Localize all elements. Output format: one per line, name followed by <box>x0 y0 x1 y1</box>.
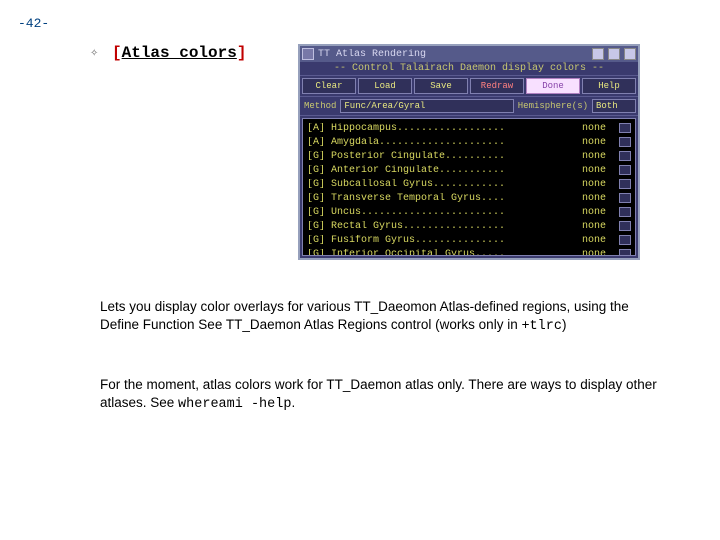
region-color-value[interactable]: none <box>582 165 616 176</box>
list-item: [G] Posterior Cingulate..........none <box>307 149 631 163</box>
region-label: [G] Posterior Cingulate.......... <box>307 151 582 162</box>
region-label: [G] Fusiform Gyrus............... <box>307 235 582 246</box>
region-toggle[interactable] <box>619 123 631 133</box>
clear-button[interactable]: Clear <box>302 78 356 94</box>
paragraph-1: Lets you display color overlays for vari… <box>100 298 664 336</box>
region-label: [A] Hippocampus.................. <box>307 123 582 134</box>
list-item: [G] Transverse Temporal Gyrus....none <box>307 191 631 205</box>
region-toggle[interactable] <box>619 137 631 147</box>
region-toggle[interactable] <box>619 193 631 203</box>
dialog-window: TT Atlas Rendering -- Control Talairach … <box>298 44 640 260</box>
window-menu-icon[interactable] <box>302 48 314 60</box>
list-item: [G] Rectal Gyrus.................none <box>307 219 631 233</box>
load-button[interactable]: Load <box>358 78 412 94</box>
region-toggle[interactable] <box>619 151 631 161</box>
region-color-value[interactable]: none <box>582 151 616 162</box>
region-color-value[interactable]: none <box>582 179 616 190</box>
dialog-banner: -- Control Talairach Daemon display colo… <box>300 62 638 76</box>
method-select[interactable]: Func/Area/Gyral <box>340 99 513 113</box>
region-toggle[interactable] <box>619 249 631 256</box>
region-label: [A] Amygdala..................... <box>307 137 582 148</box>
list-item: [G] Fusiform Gyrus...............none <box>307 233 631 247</box>
help-button[interactable]: Help <box>582 78 636 94</box>
window-title: TT Atlas Rendering <box>318 49 588 60</box>
page-number: -42- <box>18 16 49 31</box>
para2-text-b: . <box>291 395 295 410</box>
bracket-close: ] <box>237 44 247 62</box>
region-color-value[interactable]: none <box>582 207 616 218</box>
maximize-icon[interactable] <box>608 48 620 60</box>
dialog-screenshot: TT Atlas Rendering -- Control Talairach … <box>298 44 640 260</box>
minimize-icon[interactable] <box>592 48 604 60</box>
list-item: [A] Hippocampus..................none <box>307 121 631 135</box>
region-label: [G] Transverse Temporal Gyrus.... <box>307 193 582 204</box>
region-toggle[interactable] <box>619 221 631 231</box>
bracket-open: [ <box>112 44 122 62</box>
region-label: [G] Subcallosal Gyrus............ <box>307 179 582 190</box>
done-button[interactable]: Done <box>526 78 580 94</box>
save-button[interactable]: Save <box>414 78 468 94</box>
list-item: [G] Inferior Occipital Gyrus.....none <box>307 247 631 256</box>
bullet-diamond: ✧ <box>90 48 98 59</box>
close-icon[interactable] <box>624 48 636 60</box>
heading-text: Atlas colors <box>122 44 237 62</box>
para1-text-b: ) <box>562 317 567 332</box>
region-color-value[interactable]: none <box>582 193 616 204</box>
region-label: [G] Uncus........................ <box>307 207 582 218</box>
region-color-value[interactable]: none <box>582 249 616 257</box>
list-item: [A] Amygdala.....................none <box>307 135 631 149</box>
region-color-value[interactable]: none <box>582 221 616 232</box>
toolbar: Clear Load Save Redraw Done Help <box>300 76 638 97</box>
region-label: [G] Rectal Gyrus................. <box>307 221 582 232</box>
redraw-button[interactable]: Redraw <box>470 78 524 94</box>
titlebar: TT Atlas Rendering <box>300 46 638 62</box>
region-toggle[interactable] <box>619 165 631 175</box>
region-label: [G] Anterior Cingulate........... <box>307 165 582 176</box>
hemisphere-label: Hemisphere(s) <box>516 101 590 111</box>
region-color-value[interactable]: none <box>582 123 616 134</box>
list-item: [G] Subcallosal Gyrus............none <box>307 177 631 191</box>
method-row: Method Func/Area/Gyral Hemisphere(s) Bot… <box>300 97 638 116</box>
region-toggle[interactable] <box>619 207 631 217</box>
region-toggle[interactable] <box>619 235 631 245</box>
paragraph-2: For the moment, atlas colors work for TT… <box>100 376 664 414</box>
method-label: Method <box>302 101 338 111</box>
para2-mono: whereami -help <box>178 397 291 412</box>
region-list: [A] Hippocampus..................none[A]… <box>302 118 636 256</box>
region-color-value[interactable]: none <box>582 137 616 148</box>
para1-mono: +tlrc <box>521 319 562 334</box>
heading-atlas-colors: [Atlas colors] <box>112 44 246 62</box>
region-color-value[interactable]: none <box>582 235 616 246</box>
list-item: [G] Uncus........................none <box>307 205 631 219</box>
list-item: [G] Anterior Cingulate...........none <box>307 163 631 177</box>
hemisphere-select[interactable]: Both <box>592 99 636 113</box>
region-label: [G] Inferior Occipital Gyrus..... <box>307 249 582 257</box>
region-toggle[interactable] <box>619 179 631 189</box>
